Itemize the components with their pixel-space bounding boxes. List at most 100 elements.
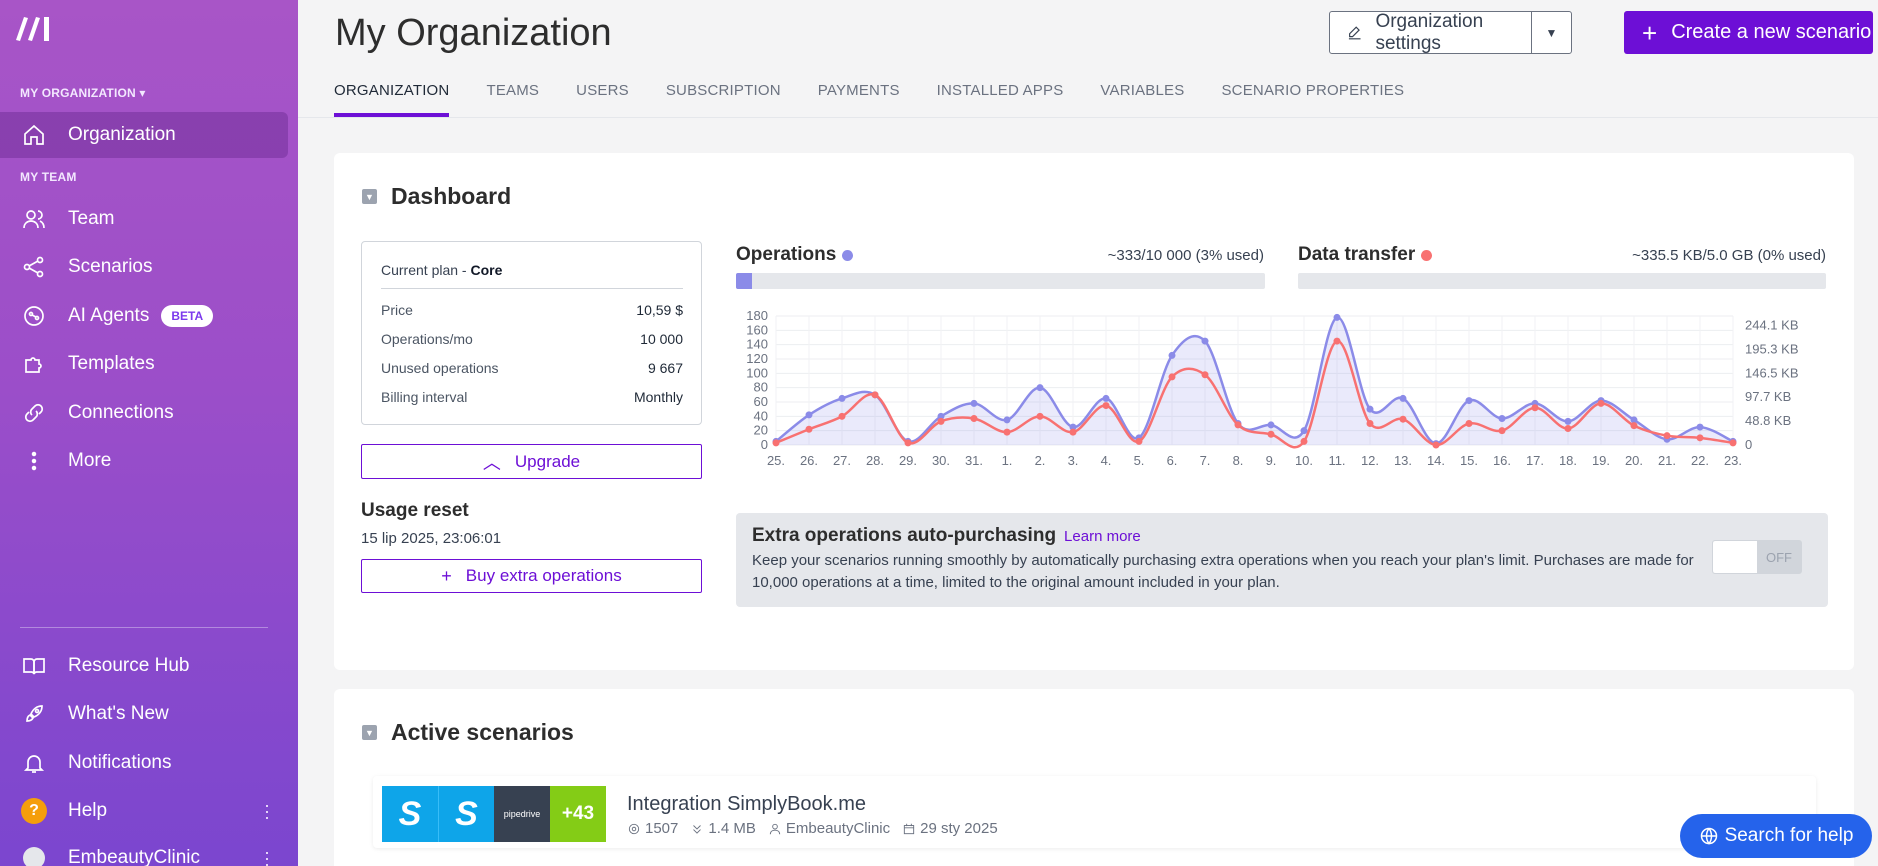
scenario-name[interactable]: Integration SimplyBook.me: [627, 793, 866, 816]
data-point: [805, 411, 813, 419]
learn-more-link[interactable]: Learn more: [1064, 528, 1141, 545]
data-point: [1267, 421, 1275, 429]
organization-settings-button[interactable]: Organization settings ▼: [1329, 11, 1572, 54]
scenario-date: 29 sty 2025: [902, 820, 998, 837]
y-tick-label: 60: [754, 394, 768, 409]
data-point: [1465, 420, 1473, 427]
x-tick-label: 14.: [1427, 453, 1445, 468]
collapse-icon[interactable]: ▼: [362, 189, 377, 204]
tab-teams[interactable]: TEAMS: [486, 78, 539, 117]
sidebar-item-whats-new[interactable]: What's New: [0, 691, 288, 737]
y-tick-label: 160: [746, 322, 768, 337]
data-point: [970, 414, 978, 422]
sidebar-item-organization[interactable]: Organization: [0, 112, 288, 158]
x-tick-label: 3.: [1068, 453, 1079, 468]
more-vertical-icon: [20, 447, 48, 475]
sidebar-item-help[interactable]: ? Help: [0, 788, 288, 834]
search-for-help-button[interactable]: Search for help: [1680, 814, 1872, 858]
help-menu-kebab-icon[interactable]: · · ·: [264, 796, 270, 826]
data-point: [1399, 394, 1407, 402]
dashboard-header: ▼ Dashboard: [362, 183, 511, 210]
sidebar-item-notifications[interactable]: Notifications: [0, 740, 288, 786]
right-axis-tick-label: 48.8 KB: [1745, 413, 1791, 428]
data-point: [1234, 421, 1242, 429]
data-point: [937, 417, 945, 425]
tab-variables[interactable]: VARIABLES: [1100, 78, 1184, 117]
toggle-state-label: OFF: [1757, 541, 1801, 573]
sidebar-item-account[interactable]: EmbeautyClinic: [0, 835, 288, 866]
y-tick-label: 40: [754, 408, 768, 423]
data-point: [1630, 422, 1638, 430]
tab-scenario-properties[interactable]: SCENARIO PROPERTIES: [1221, 78, 1404, 117]
operations-count: 1507: [627, 820, 678, 837]
data-point: [1201, 371, 1209, 379]
org-section-label[interactable]: MY ORGANIZATION ▾: [20, 86, 146, 100]
sidebar-item-resource-hub[interactable]: Resource Hub: [0, 643, 288, 689]
organization-settings-label: Organization settings: [1375, 10, 1484, 54]
upgrade-button[interactable]: ︿ Upgrade: [361, 444, 702, 479]
sidebar-item-label: Help: [68, 800, 108, 821]
more-apps-badge: +43: [550, 786, 606, 842]
operations-progress-bar: [736, 273, 1265, 289]
tab-organization[interactable]: ORGANIZATION: [334, 78, 450, 117]
tab-installed-apps[interactable]: INSTALLED APPS: [937, 78, 1064, 117]
x-tick-label: 21.: [1658, 453, 1676, 468]
data-point: [1135, 437, 1143, 445]
x-tick-label: 16.: [1493, 453, 1511, 468]
current-plan-title: Current plan - Core: [381, 262, 683, 289]
right-axis-tick-label: 97.7 KB: [1745, 389, 1791, 404]
sidebar-item-templates[interactable]: Templates: [0, 341, 288, 387]
sidebar-item-team[interactable]: Team: [0, 196, 288, 242]
book-icon: [20, 652, 48, 680]
create-scenario-button[interactable]: + Create a new scenario: [1624, 11, 1873, 54]
plan-row: Unused operations 9 667: [381, 359, 683, 376]
active-scenarios-title: Active scenarios: [391, 719, 574, 745]
tab-subscription[interactable]: SUBSCRIPTION: [666, 78, 781, 117]
data-point: [1003, 428, 1011, 436]
sidebar-item-label: AI Agents: [68, 305, 150, 326]
data-point: [1663, 432, 1671, 440]
plan-row: Billing interval Monthly: [381, 388, 683, 405]
sidebar-item-ai-agents[interactable]: AI Agents BETA: [0, 293, 288, 339]
x-tick-label: 23.: [1724, 453, 1742, 468]
sidebar-item-scenarios[interactable]: Scenarios: [0, 244, 288, 290]
sidebar-divider: [20, 627, 268, 628]
data-transfer-title: Data transfer: [1298, 244, 1433, 266]
x-tick-label: 18.: [1559, 453, 1577, 468]
link-icon: [20, 399, 48, 427]
usage-chart: 02040608010012014016018025. 26. 27. 28. 29. 3…: [746, 308, 1799, 468]
data-point: [1432, 441, 1440, 449]
x-tick-label: 26.: [800, 453, 818, 468]
y-tick-label: 180: [746, 308, 768, 323]
sidebar: MY ORGANIZATION ▾ Organization MY TEAM T…: [0, 0, 298, 866]
x-tick-label: 11.: [1328, 453, 1345, 468]
data-point: [838, 412, 846, 420]
data-point: [1168, 351, 1176, 359]
x-tick-label: 28.: [866, 453, 884, 468]
account-menu-kebab-icon[interactable]: · · ·: [264, 843, 270, 866]
x-tick-label: 15.: [1460, 453, 1478, 468]
sidebar-item-more[interactable]: More: [0, 438, 288, 484]
sidebar-item-label: Templates: [68, 353, 155, 374]
data-point: [1036, 412, 1044, 420]
sidebar-item-connections[interactable]: Connections: [0, 390, 288, 436]
home-icon: [20, 121, 48, 149]
scenario-row[interactable]: S S pipedrive +43 Integration SimplyBook…: [373, 776, 1816, 848]
tab-users[interactable]: USERS: [576, 78, 629, 117]
x-tick-label: 22.: [1691, 453, 1709, 468]
make-logo-icon[interactable]: [14, 14, 54, 42]
collapse-icon[interactable]: ▼: [362, 725, 377, 740]
simplybook-app-icon: S: [438, 786, 494, 842]
buy-extra-operations-button[interactable]: + Buy extra operations: [361, 559, 702, 593]
data-transfer-legend-dot: [1421, 249, 1433, 261]
tab-payments[interactable]: PAYMENTS: [818, 78, 900, 117]
x-tick-label: 7.: [1200, 453, 1211, 468]
x-tick-label: 31.: [965, 453, 983, 468]
sidebar-item-label: More: [68, 450, 112, 471]
x-tick-label: 5.: [1134, 453, 1145, 468]
auto-purchase-toggle[interactable]: OFF: [1712, 540, 1802, 574]
right-axis-tick-label: 195.3 KB: [1745, 341, 1799, 356]
users-icon: [20, 205, 48, 233]
chevron-down-icon[interactable]: ▼: [1531, 12, 1571, 53]
pipedrive-app-icon: pipedrive: [494, 786, 550, 842]
